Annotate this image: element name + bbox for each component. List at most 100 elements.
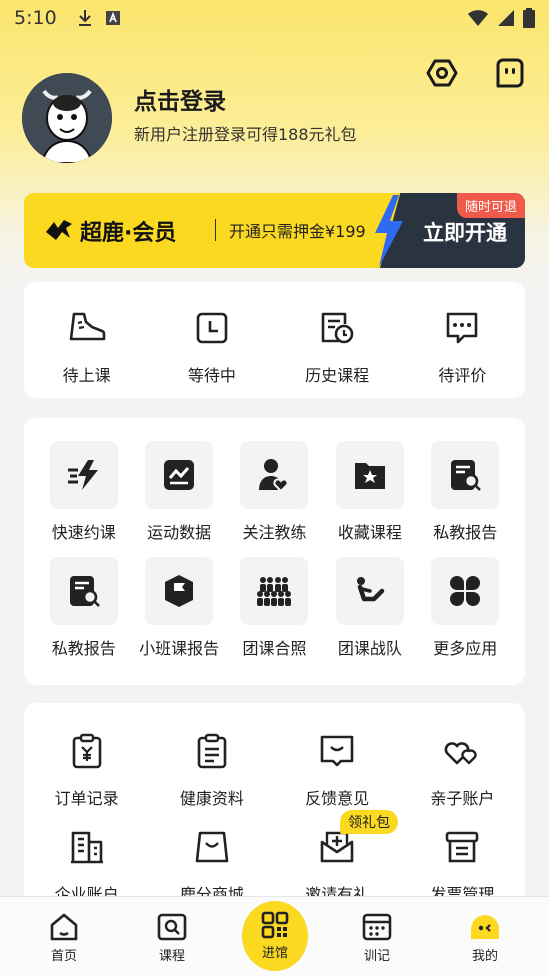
- tab-training-log[interactable]: 训记: [347, 913, 407, 964]
- vip-open-button[interactable]: 立即开通: [423, 217, 507, 247]
- service-label: 私教报告: [51, 639, 116, 658]
- tool-label: 订单记录: [54, 789, 119, 808]
- service-private-report[interactable]: 私教报告: [418, 441, 513, 543]
- battery-icon: [523, 8, 535, 28]
- apps-icon: [450, 576, 481, 606]
- comment-icon: [447, 312, 478, 344]
- vip-brand: 超鹿·会员: [80, 221, 177, 246]
- sneaker-icon: [69, 312, 105, 341]
- course-search-icon: [157, 913, 187, 941]
- course-status-waiting[interactable]: 等待中: [149, 308, 274, 386]
- service-group-photo[interactable]: 团课合照: [227, 557, 322, 659]
- tool-feedback[interactable]: 反馈意见: [275, 731, 400, 809]
- gift-badge: 领礼包: [340, 810, 398, 834]
- building-icon: [70, 831, 103, 864]
- tool-invoice-management[interactable]: 发票管理: [400, 827, 525, 905]
- robot-face-icon: [496, 58, 524, 88]
- shopping-bag-icon: [195, 831, 229, 863]
- login-subtitle: 新用户注册登录可得188元礼包: [134, 125, 357, 144]
- invite-mail-icon: [320, 831, 354, 863]
- vip-deposit-text: 开通只需押金¥199: [229, 222, 366, 241]
- tab-label: 首页: [50, 949, 77, 964]
- course-status-label: 等待中: [187, 366, 236, 385]
- hearts-icon: [444, 742, 477, 765]
- clipboard-list-icon: [197, 733, 227, 769]
- clock-icon: [196, 312, 228, 344]
- signal-icon: [498, 10, 514, 26]
- clipboard-yen-icon: [72, 733, 101, 769]
- tool-family-account[interactable]: 亲子账户: [400, 731, 525, 809]
- calendar-icon: [362, 913, 392, 941]
- report-search-icon: [69, 576, 100, 607]
- service-label: 更多应用: [433, 639, 498, 658]
- vip-refund-tag: 随时可退: [456, 193, 525, 218]
- service-favorite-course[interactable]: 收藏课程: [322, 441, 417, 543]
- wifi-icon: [468, 10, 488, 26]
- lightning-bolt-icon: [375, 195, 403, 267]
- service-label: 团课战队: [337, 639, 402, 658]
- tab-label: 进馆: [261, 946, 288, 961]
- message-button[interactable]: [493, 56, 527, 90]
- invoice-box-icon: [446, 831, 479, 863]
- service-group-team[interactable]: 团课战队: [322, 557, 417, 659]
- tools-card: 订单记录 健康资料 反馈意见 亲子账户 企业账户 鹿分商城 邀请有礼 发票管理: [24, 703, 525, 905]
- folder-star-icon: [354, 463, 385, 489]
- qr-code-icon: [261, 911, 289, 939]
- course-status-history[interactable]: 历史课程: [275, 308, 400, 386]
- vip-divider: [215, 219, 216, 241]
- service-more-apps[interactable]: 更多应用: [418, 557, 513, 659]
- service-label: 运动数据: [147, 523, 212, 542]
- header-actions: [425, 56, 527, 90]
- chart-icon: [164, 460, 195, 490]
- tool-health-profile[interactable]: 健康资料: [149, 731, 274, 809]
- tab-me[interactable]: 我的: [455, 913, 515, 964]
- vip-logo: 超鹿·会员: [44, 215, 176, 247]
- tab-check-in[interactable]: 进馆: [242, 901, 308, 971]
- tool-enterprise-account[interactable]: 企业账户: [24, 827, 149, 905]
- tool-label: 反馈意见: [305, 789, 370, 808]
- service-label: 小班课报告: [139, 639, 220, 658]
- font-a-icon: [105, 11, 120, 25]
- course-status-label: 待评价: [438, 366, 487, 385]
- situp-icon: [356, 577, 385, 602]
- lightning-icon: [67, 460, 98, 490]
- tab-course[interactable]: 课程: [142, 913, 202, 964]
- service-small-class-report[interactable]: 小班课报告: [131, 557, 226, 659]
- service-follow-coach[interactable]: 关注教练: [227, 441, 322, 543]
- service-label: 关注教练: [242, 523, 307, 542]
- settings-hex-icon: [426, 59, 458, 87]
- me-face-icon: [471, 915, 499, 939]
- tool-label: 亲子账户: [430, 789, 495, 808]
- vip-banner[interactable]: 超鹿·会员 开通只需押金¥199 立即开通 随时可退: [24, 193, 525, 268]
- flag-hexagon-icon: [165, 575, 194, 607]
- tool-order-records[interactable]: 订单记录: [24, 731, 149, 809]
- tab-label: 训记: [363, 949, 390, 964]
- settings-button[interactable]: [425, 56, 459, 90]
- login-title[interactable]: 点击登录: [134, 82, 226, 116]
- tool-points-mall[interactable]: 鹿分商城: [149, 827, 274, 905]
- tab-label: 我的: [471, 949, 498, 964]
- deer-mascot-icon: [22, 73, 112, 163]
- course-status-pending[interactable]: 待上课: [24, 308, 149, 386]
- course-status-label: 历史课程: [305, 366, 370, 385]
- services-card: 快速约课 运动数据 关注教练 收藏课程 私教报告 私教报告 小班课报告 团课合照…: [24, 418, 525, 685]
- tab-home[interactable]: 首页: [34, 913, 94, 964]
- service-quick-booking[interactable]: 快速约课: [36, 441, 131, 543]
- history-icon: [321, 312, 354, 344]
- service-private-report-2[interactable]: 私教报告: [36, 557, 131, 659]
- tool-label: 健康资料: [179, 789, 244, 808]
- avatar[interactable]: [22, 73, 112, 163]
- feedback-icon: [320, 735, 354, 767]
- coach-heart-icon: [259, 459, 290, 493]
- service-sport-data[interactable]: 运动数据: [131, 441, 226, 543]
- status-bar: 5:10: [0, 0, 549, 36]
- course-status-card: 待上课 等待中 历史课程 待评价: [24, 282, 525, 398]
- tool-invite-gift[interactable]: 邀请有礼: [275, 827, 400, 905]
- deer-logo-icon: [46, 220, 72, 240]
- home-icon: [50, 913, 78, 941]
- course-status-label: 待上课: [62, 366, 111, 385]
- service-label: 私教报告: [433, 523, 498, 542]
- report-search-icon: [451, 460, 482, 491]
- course-status-review[interactable]: 待评价: [400, 308, 525, 386]
- service-label: 团课合照: [242, 639, 307, 658]
